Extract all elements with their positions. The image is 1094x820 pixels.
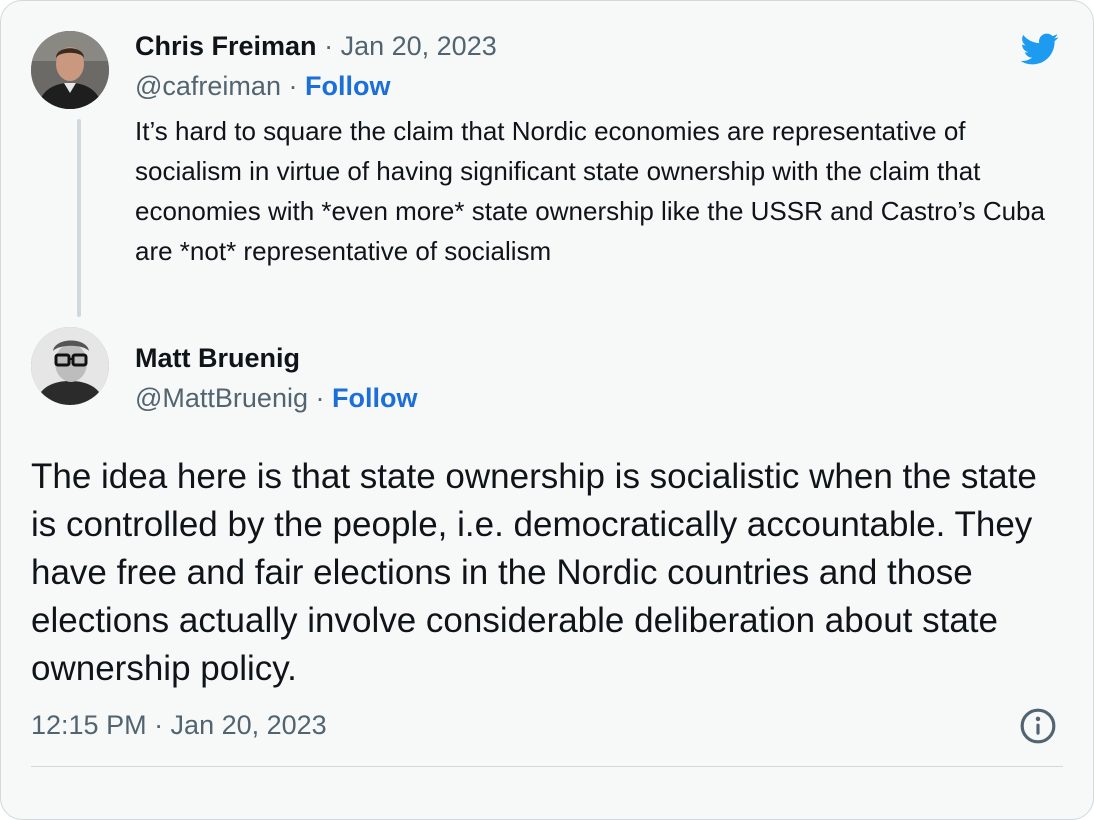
quoted-tweet-text: It’s hard to square the claim that Nordi…: [135, 116, 1045, 266]
tweet-embed-card: Chris Freiman · Jan 20, 2023 @cafreiman …: [0, 0, 1094, 820]
follow-button[interactable]: Follow: [332, 383, 417, 413]
tweet-text: The idea here is that state ownership is…: [31, 457, 1037, 688]
separator: ·: [315, 383, 325, 413]
reply-handle-row: @MattBruenig · Follow: [135, 381, 418, 415]
author-handle[interactable]: @MattBruenig: [135, 383, 308, 413]
author-name[interactable]: Matt Bruenig: [135, 343, 300, 373]
separator: ·: [288, 71, 298, 101]
divider: [31, 766, 1063, 767]
quoted-handle-row: @cafreiman · Follow: [135, 69, 390, 103]
separator: ·: [324, 31, 334, 61]
follow-button[interactable]: Follow: [305, 71, 390, 101]
author-name[interactable]: Chris Freiman: [135, 31, 317, 61]
info-icon[interactable]: [1019, 707, 1057, 745]
thread-connector-line: [77, 119, 81, 317]
tweet-timestamp[interactable]: 12:15 PM · Jan 20, 2023: [31, 707, 327, 743]
avatar-matt-bruenig[interactable]: [31, 327, 109, 405]
author-handle[interactable]: @cafreiman: [135, 71, 281, 101]
twitter-bird-icon[interactable]: [1015, 29, 1063, 69]
reply-author-row: Matt Bruenig: [135, 341, 300, 375]
tweet-date[interactable]: Jan 20, 2023: [341, 31, 497, 61]
quoted-author-row: Chris Freiman · Jan 20, 2023: [135, 29, 497, 63]
avatar-chris-freiman[interactable]: [31, 31, 109, 109]
